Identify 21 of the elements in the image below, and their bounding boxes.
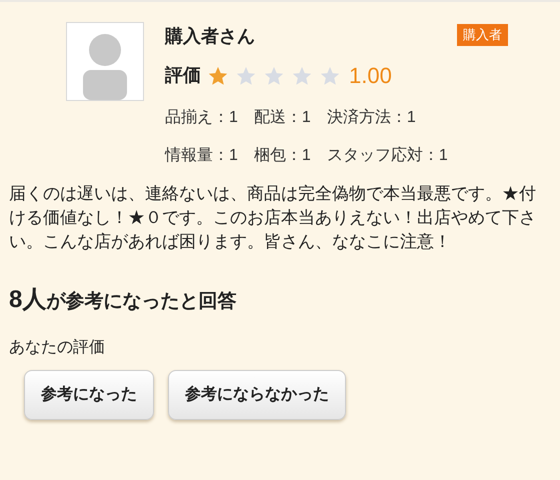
rating-score: 1.00 bbox=[349, 62, 392, 90]
empty-star-icon bbox=[319, 64, 341, 86]
filled-star-icon bbox=[207, 64, 229, 86]
criterion-score: 配送：1 bbox=[254, 108, 311, 128]
your-rating-label: あなたの評価 bbox=[8, 338, 106, 358]
empty-star-icon bbox=[263, 64, 285, 86]
review-text: 届くのは遅いは、連絡ないは、商品は完全偽物で本当最悪です。★付ける価値なし！★０です。このお店本当ありえない！出店やめて下さい。こんな店があれば困ります。皆さん、ななこに注意！ bbox=[8, 183, 537, 253]
reviewer-name: 購入者さん bbox=[165, 25, 255, 48]
feedback-button[interactable]: 参考になった bbox=[24, 370, 154, 420]
buyer-badge: 購入者 bbox=[457, 24, 508, 46]
rating-label: 評価 bbox=[165, 64, 201, 87]
criterion-score: 梱包：1 bbox=[254, 146, 311, 166]
criterion-score: 決済方法：1 bbox=[326, 108, 416, 128]
empty-star-icon bbox=[235, 64, 257, 86]
helpful-count-heading: 8人が参考になったと回答 bbox=[8, 285, 238, 315]
feedback-button[interactable]: 参考にならなかった bbox=[168, 370, 346, 420]
criterion-score: 品揃え：1 bbox=[165, 108, 238, 128]
criterion-score: スタッフ応対：1 bbox=[326, 146, 448, 166]
criterion-score: 情報量：1 bbox=[165, 146, 238, 166]
empty-star-icon bbox=[291, 64, 313, 86]
person-silhouette-icon bbox=[81, 34, 129, 100]
